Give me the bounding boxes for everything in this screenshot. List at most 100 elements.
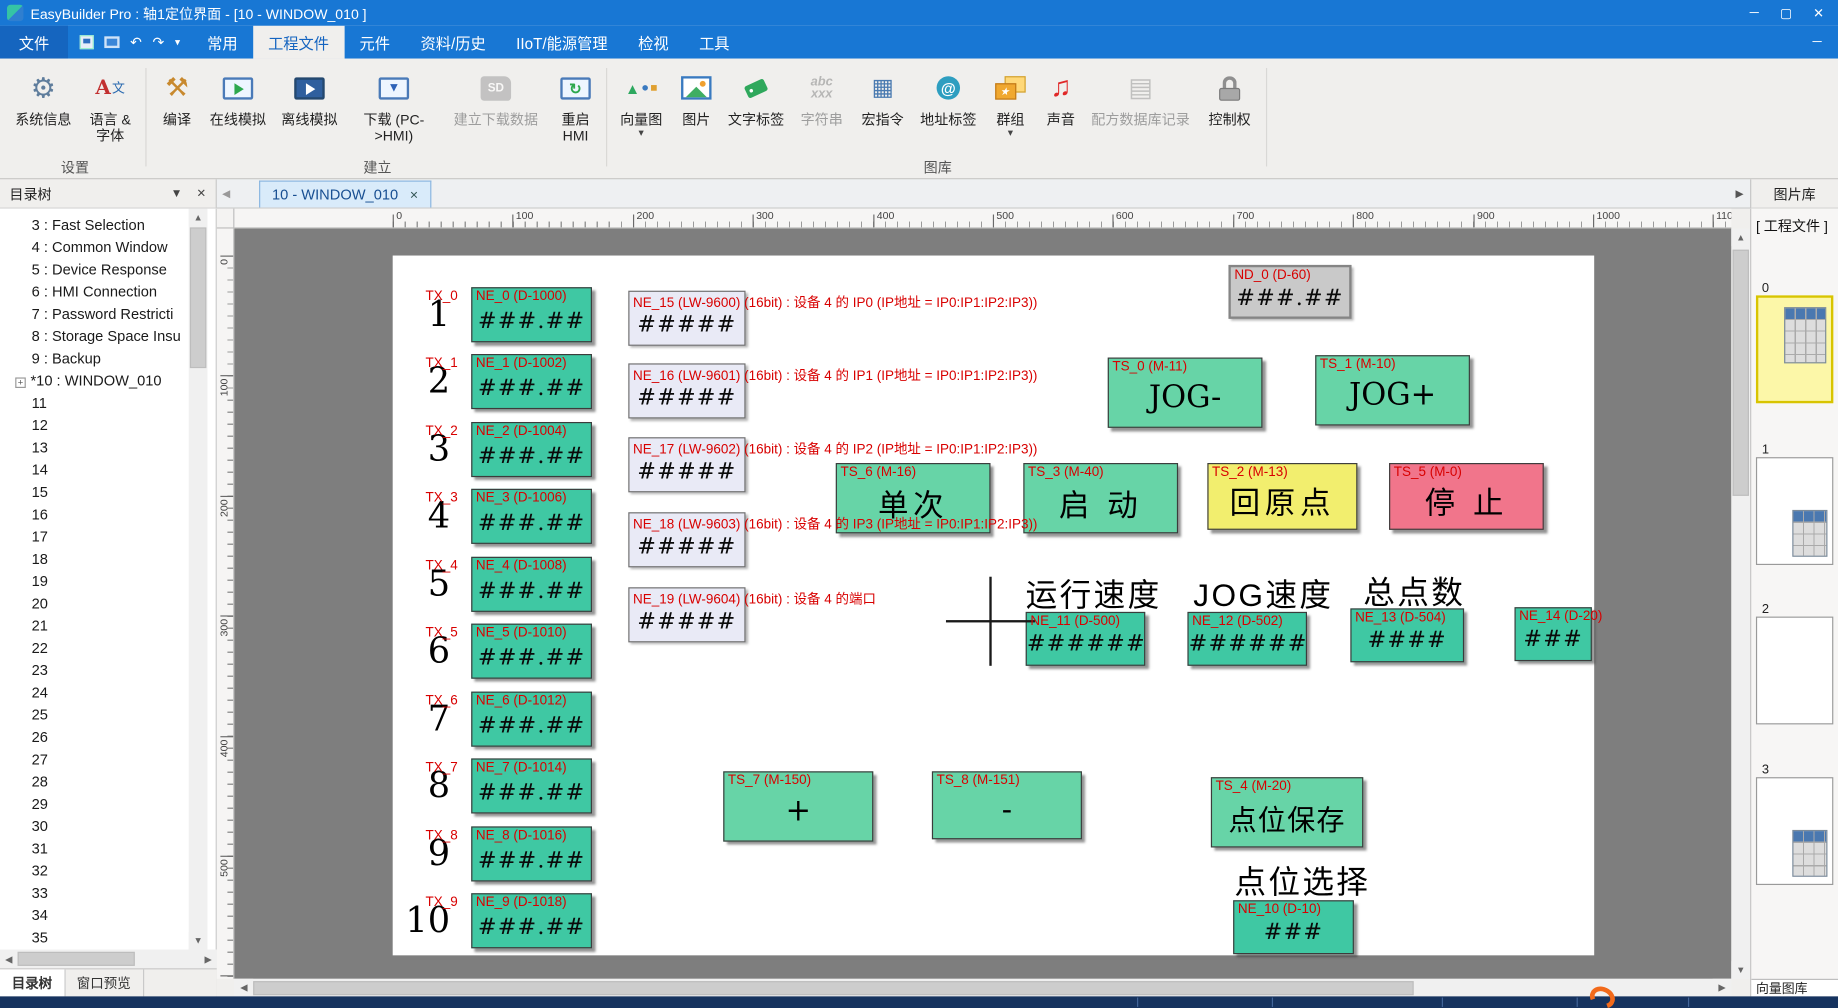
tree-item[interactable]: 11 [0, 393, 216, 415]
tree-item[interactable]: 5 : Device Response [0, 259, 216, 281]
numeric-display-ne9[interactable]: NE_9 (D-1018)###.## [471, 893, 592, 948]
scrollbar-thumb[interactable] [190, 227, 206, 368]
ribbon-button-offline-simulation[interactable]: 离线模拟 [274, 64, 344, 155]
set-button-save-point[interactable]: TS_4 (M-20)点位保存 [1211, 777, 1363, 847]
set-button-stop[interactable]: TS_5 (M-0)停 止 [1389, 463, 1544, 530]
numeric-display-ne2[interactable]: NE_2 (D-1004)###.## [471, 422, 592, 477]
label-jog-speed[interactable]: JOG速度 [1193, 570, 1333, 616]
tab-iiot-energy[interactable]: IIoT/能源管理 [501, 26, 623, 59]
close-button[interactable]: ✕ [1813, 5, 1824, 20]
ribbon-button-macro[interactable]: ▦ 宏指令 [853, 64, 912, 155]
scroll-left-icon[interactable]: ◀ [234, 979, 253, 997]
tree-item[interactable]: 3 : Fast Selection [0, 215, 216, 237]
tab-directory-tree[interactable]: 目录树 [0, 969, 65, 996]
numeric-display-ne7[interactable]: NE_7 (D-1014)###.## [471, 758, 592, 813]
ribbon-button-text-label-library[interactable]: 文字标签 [722, 64, 790, 155]
tab-scroll-left-icon[interactable]: ◀ [217, 187, 236, 200]
tree-horizontal-scrollbar[interactable]: ◀ ▶ [0, 949, 217, 968]
numeric-display-ne14[interactable]: NE_14 (D-20)### [1514, 607, 1591, 661]
tab-window-preview[interactable]: 窗口预览 [65, 969, 144, 996]
set-button-start[interactable]: TS_3 (M-40)启 动 [1023, 463, 1178, 533]
document-tab-close-icon[interactable]: × [410, 186, 418, 202]
ribbon-collapse-icon[interactable]: ─ [1796, 26, 1838, 59]
tree-item[interactable]: 22 [0, 638, 216, 660]
tree-item[interactable]: 26 [0, 727, 216, 749]
ribbon-button-sound-library[interactable]: ♫ 声音 [1039, 64, 1084, 155]
file-menu-button[interactable]: 文件 [0, 26, 68, 59]
tree-item[interactable]: 25 [0, 704, 216, 726]
numeric-display-ne8[interactable]: NE_8 (D-1016)###.## [471, 826, 592, 881]
tree-item[interactable]: 13 [0, 437, 216, 459]
tree-panel-close-icon[interactable]: ✕ [196, 187, 206, 200]
tree-item[interactable]: 27 [0, 749, 216, 771]
ribbon-button-language-font[interactable]: A文 语言 & 字体 [80, 64, 141, 155]
numeric-display-ne11[interactable]: NE_11 (D-500)###### [1026, 612, 1146, 666]
tree-item[interactable]: 28 [0, 771, 216, 793]
label-run-speed[interactable]: 运行速度 [1026, 570, 1162, 616]
ribbon-button-download[interactable]: ▼ 下载 (PC- >HMI) [349, 64, 438, 155]
picture-thumbnail-3[interactable] [1756, 777, 1833, 885]
scroll-down-icon[interactable]: ▼ [1731, 961, 1750, 979]
label-total-points[interactable]: 总点数 [1363, 567, 1465, 613]
set-button-home[interactable]: TS_2 (M-13)回原点 [1207, 463, 1357, 530]
tab-view[interactable]: 检视 [623, 26, 684, 59]
tree-panel-dropdown-icon[interactable]: ▼ [171, 187, 183, 200]
tree-expander-icon[interactable]: + [15, 377, 26, 388]
redo-icon[interactable]: ↷ [152, 34, 164, 50]
tree-item[interactable]: 16 [0, 504, 216, 526]
document-tab-window-010[interactable]: 10 - WINDOW_010 × [259, 181, 431, 208]
tree-item[interactable]: 33 [0, 883, 216, 905]
scrollbar-thumb[interactable] [18, 952, 135, 966]
scroll-left-icon[interactable]: ◀ [0, 950, 18, 968]
save-icon[interactable] [80, 35, 94, 49]
tree-item[interactable]: 31 [0, 838, 216, 860]
scroll-down-icon[interactable]: ▼ [189, 932, 208, 950]
set-button-plus[interactable]: TS_7 (M-150)+ [723, 771, 873, 841]
scrollbar-thumb[interactable] [253, 981, 1413, 995]
numeric-display-nd0[interactable]: ND_0 (D-60)###.## [1228, 265, 1351, 319]
tree-vertical-scrollbar[interactable]: ▲ ▼ [189, 209, 208, 950]
tree-item[interactable]: 15 [0, 482, 216, 504]
numeric-display-ne5[interactable]: NE_5 (D-1010)###.## [471, 624, 592, 679]
numeric-input-ip2[interactable]: NE_17 (LW-9602) (16bit) : 设备 4 的 IP2 (IP… [628, 437, 745, 492]
vector-library-dropdown-icon[interactable]: ▾ [612, 128, 671, 139]
tree-item[interactable]: 24 [0, 682, 216, 704]
ribbon-button-online-simulation[interactable]: 在线模拟 [204, 64, 272, 155]
ribbon-button-vector-library[interactable]: ▲●■ 向量图 ▾ [612, 64, 671, 155]
canvas-horizontal-scrollbar[interactable]: ◀ ▶ [234, 979, 1731, 997]
set-button-minus[interactable]: TS_8 (M-151)- [932, 771, 1082, 839]
group-library-dropdown-icon[interactable]: ▾ [985, 128, 1037, 139]
ribbon-button-picture-library[interactable]: 图片 [673, 64, 720, 155]
ribbon-button-address-tag[interactable]: @ 地址标签 [914, 64, 982, 155]
quick-access-dropdown-icon[interactable]: ▾ [175, 36, 180, 49]
numeric-display-ne12[interactable]: NE_12 (D-502)###### [1187, 612, 1307, 666]
canvas-viewport[interactable]: TX_0 1 NE_0 (D-1000)###.## TX_1 2 NE_1 (… [234, 229, 1731, 979]
tree-item[interactable]: 6 : HMI Connection [0, 281, 216, 303]
picture-thumbnail-2[interactable] [1756, 617, 1833, 725]
tree-item[interactable]: 23 [0, 660, 216, 682]
scroll-right-icon[interactable]: ▶ [1713, 979, 1732, 997]
ribbon-button-compile[interactable]: ⚒ 编译 [152, 64, 201, 155]
tree-item[interactable]: 17 [0, 526, 216, 548]
scroll-right-icon[interactable]: ▶ [199, 950, 217, 968]
numeric-display-ne3[interactable]: NE_3 (D-1006)###.## [471, 489, 592, 544]
tree-item[interactable]: 32 [0, 860, 216, 882]
tab-common[interactable]: 常用 [192, 26, 253, 59]
tree-item[interactable]: 8 : Storage Space Insu [0, 326, 216, 348]
picture-thumbnail-0[interactable] [1756, 295, 1833, 403]
tab-tools[interactable]: 工具 [684, 26, 745, 59]
numeric-input-ip0[interactable]: NE_15 (LW-9600) (16bit) : 设备 4 的 IP0 (IP… [628, 291, 745, 346]
tree-item[interactable]: 34 [0, 905, 216, 927]
tree-item[interactable]: 18 [0, 549, 216, 571]
numeric-display-ne6[interactable]: NE_6 (D-1012)###.## [471, 692, 592, 747]
picture-thumbnail-1[interactable] [1756, 457, 1833, 565]
tab-scroll-right-icon[interactable]: ▶ [1729, 187, 1750, 200]
set-button-jog-plus[interactable]: TS_1 (M-10)JOG+ [1315, 355, 1470, 425]
numeric-input-ip1[interactable]: NE_16 (LW-9601) (16bit) : 设备 4 的 IP1 (IP… [628, 363, 745, 418]
set-button-jog-minus[interactable]: TS_0 (M-11)JOG- [1108, 358, 1263, 428]
tree-item[interactable]: 7 : Password Restricti [0, 304, 216, 326]
tree-item[interactable]: 9 : Backup [0, 348, 216, 370]
tree-item[interactable]: 14 [0, 460, 216, 482]
tab-project-files[interactable]: 工程文件 [253, 26, 344, 59]
ribbon-button-reboot-hmi[interactable]: ↻ 重启 HMI [549, 64, 603, 155]
